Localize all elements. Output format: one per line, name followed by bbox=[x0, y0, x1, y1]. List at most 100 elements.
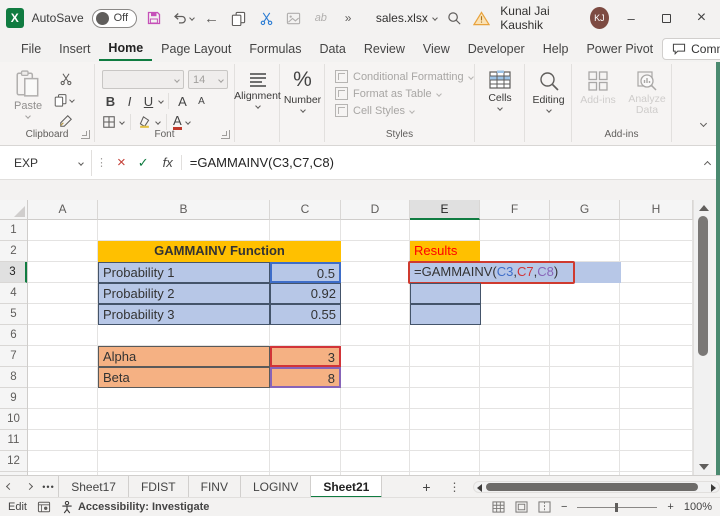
document-title[interactable]: sales.xlsx bbox=[376, 11, 437, 25]
repeat-icon[interactable]: ab bbox=[311, 7, 330, 29]
formula-bar-grip-icon[interactable]: ⋮ bbox=[92, 156, 111, 169]
copy-icon[interactable] bbox=[54, 91, 74, 109]
cell-styles-button[interactable]: Cell Styles bbox=[335, 104, 473, 117]
horizontal-scrollbar[interactable] bbox=[473, 481, 720, 493]
vertical-scrollbar[interactable] bbox=[693, 200, 712, 475]
autosave-toggle[interactable]: Off bbox=[92, 9, 137, 28]
chevron-down-icon[interactable] bbox=[185, 119, 191, 125]
cut-icon[interactable] bbox=[257, 7, 276, 29]
chevron-down-icon[interactable] bbox=[158, 98, 164, 104]
sheet-tab-menu-icon[interactable]: ⋮ bbox=[443, 480, 467, 494]
tab-data[interactable]: Data bbox=[310, 38, 354, 60]
cell-b2-title[interactable]: GAMMAINV Function bbox=[98, 241, 341, 262]
minimize-button[interactable]: – bbox=[619, 5, 644, 31]
row-header-9[interactable]: 9 bbox=[0, 388, 27, 409]
sheet-tab-sheet17[interactable]: Sheet17 bbox=[58, 476, 129, 498]
cell-e4[interactable] bbox=[410, 283, 481, 304]
row-header-2[interactable]: 2 bbox=[0, 241, 27, 262]
tab-home[interactable]: Home bbox=[99, 37, 152, 61]
cell-b7[interactable]: Alpha bbox=[98, 346, 270, 367]
formula-input[interactable]: =GAMMAINV(C3,C7,C8) bbox=[182, 155, 695, 170]
paste-button[interactable]: Paste bbox=[14, 70, 42, 118]
format-as-table-button[interactable]: Format as Table bbox=[335, 87, 473, 100]
close-button[interactable]: × bbox=[689, 5, 714, 31]
tab-file[interactable]: File bbox=[12, 38, 50, 60]
alignment-button[interactable]: Alignment bbox=[237, 72, 278, 108]
tab-developer[interactable]: Developer bbox=[459, 38, 534, 60]
avatar[interactable]: KJ bbox=[590, 7, 608, 29]
tab-review[interactable]: Review bbox=[355, 38, 414, 60]
tab-power-pivot[interactable]: Power Pivot bbox=[577, 38, 662, 60]
page-layout-view-icon[interactable] bbox=[515, 501, 528, 513]
scroll-left-icon[interactable] bbox=[477, 484, 482, 492]
row-header-4[interactable]: 4 bbox=[0, 283, 27, 304]
tab-insert[interactable]: Insert bbox=[50, 38, 99, 60]
font-size-select[interactable]: 14 bbox=[188, 70, 228, 89]
zoom-out-button[interactable]: − bbox=[561, 501, 567, 513]
column-header-b[interactable]: B bbox=[98, 200, 270, 220]
qat-overflow-icon[interactable]: » bbox=[338, 7, 357, 29]
cell-c5[interactable]: 0.55 bbox=[270, 304, 341, 325]
borders-icon[interactable] bbox=[102, 115, 116, 129]
zoom-level[interactable]: 100% bbox=[684, 501, 712, 513]
sheet-list-ellipsis[interactable]: ••• bbox=[39, 482, 58, 492]
user-name[interactable]: Kunal Jai Kaushik bbox=[500, 4, 580, 32]
cell-b4[interactable]: Probability 2 bbox=[98, 283, 270, 304]
zoom-slider[interactable] bbox=[577, 507, 657, 508]
zoom-in-button[interactable]: + bbox=[667, 501, 673, 513]
horizontal-scroll-thumb[interactable] bbox=[486, 483, 698, 491]
ribbon-collapse-icon[interactable] bbox=[701, 113, 706, 131]
tab-formulas[interactable]: Formulas bbox=[240, 38, 310, 60]
cell-b3[interactable]: Probability 1 bbox=[98, 262, 270, 283]
cells-button[interactable]: Cells bbox=[479, 70, 521, 110]
cell-b5[interactable]: Probability 3 bbox=[98, 304, 270, 325]
cell-c8[interactable]: 8 bbox=[270, 367, 341, 388]
cell-c3[interactable]: 0.5 bbox=[270, 262, 341, 283]
search-icon[interactable] bbox=[445, 7, 463, 29]
column-header-a[interactable]: A bbox=[28, 200, 98, 220]
underline-button[interactable]: U bbox=[140, 94, 157, 109]
save-icon[interactable] bbox=[145, 7, 164, 29]
back-arrow-icon[interactable]: ← bbox=[202, 7, 221, 29]
column-header-e[interactable]: E bbox=[410, 200, 480, 220]
cell-c7[interactable]: 3 bbox=[270, 346, 341, 367]
name-box[interactable]: EXP bbox=[6, 150, 92, 176]
font-name-select[interactable] bbox=[102, 70, 184, 89]
row-header-3[interactable]: 3 bbox=[0, 262, 27, 283]
select-all-corner[interactable] bbox=[0, 200, 28, 220]
column-header-c[interactable]: C bbox=[270, 200, 341, 220]
cell-b8[interactable]: Beta bbox=[98, 367, 270, 388]
column-header-h[interactable]: H bbox=[620, 200, 693, 220]
cell-c4[interactable]: 0.92 bbox=[270, 283, 341, 304]
add-sheet-button[interactable]: + bbox=[410, 479, 442, 495]
normal-view-icon[interactable] bbox=[492, 501, 505, 513]
sheet-nav-right-icon[interactable] bbox=[19, 484, 38, 489]
sheet-nav-left-icon[interactable] bbox=[0, 484, 19, 489]
font-dialog-launcher-icon[interactable] bbox=[221, 130, 230, 139]
row-header-5[interactable]: 5 bbox=[0, 304, 27, 325]
scroll-down-icon[interactable] bbox=[699, 464, 709, 470]
tab-page-layout[interactable]: Page Layout bbox=[152, 38, 240, 60]
tab-view[interactable]: View bbox=[414, 38, 459, 60]
column-header-f[interactable]: F bbox=[480, 200, 550, 220]
cut-icon[interactable] bbox=[56, 70, 76, 88]
sheet-tab-fdist[interactable]: FDIST bbox=[129, 476, 189, 498]
warning-icon[interactable] bbox=[473, 11, 490, 26]
italic-button[interactable]: I bbox=[121, 94, 138, 109]
cell-e2-results[interactable]: Results bbox=[410, 241, 480, 262]
cancel-button[interactable]: × bbox=[111, 154, 132, 171]
comments-button[interactable]: Comments bbox=[662, 38, 720, 60]
insert-function-button[interactable]: fx bbox=[155, 155, 182, 170]
column-header-g[interactable]: G bbox=[550, 200, 620, 220]
picture-icon[interactable] bbox=[284, 7, 303, 29]
row-header-6[interactable]: 6 bbox=[0, 325, 27, 346]
scroll-up-icon[interactable] bbox=[699, 205, 709, 211]
analyze-data-button[interactable]: Analyze Data bbox=[624, 70, 670, 116]
grid-body[interactable]: GAMMAINV Function Results Probability 1 … bbox=[28, 220, 693, 475]
editing-button[interactable]: Editing bbox=[527, 70, 570, 112]
number-button[interactable]: % Number bbox=[282, 68, 323, 112]
scroll-right-icon[interactable] bbox=[711, 484, 716, 492]
font-color-button[interactable]: A bbox=[173, 114, 182, 130]
zoom-slider-knob[interactable] bbox=[615, 503, 618, 512]
row-header-8[interactable]: 8 bbox=[0, 367, 27, 388]
